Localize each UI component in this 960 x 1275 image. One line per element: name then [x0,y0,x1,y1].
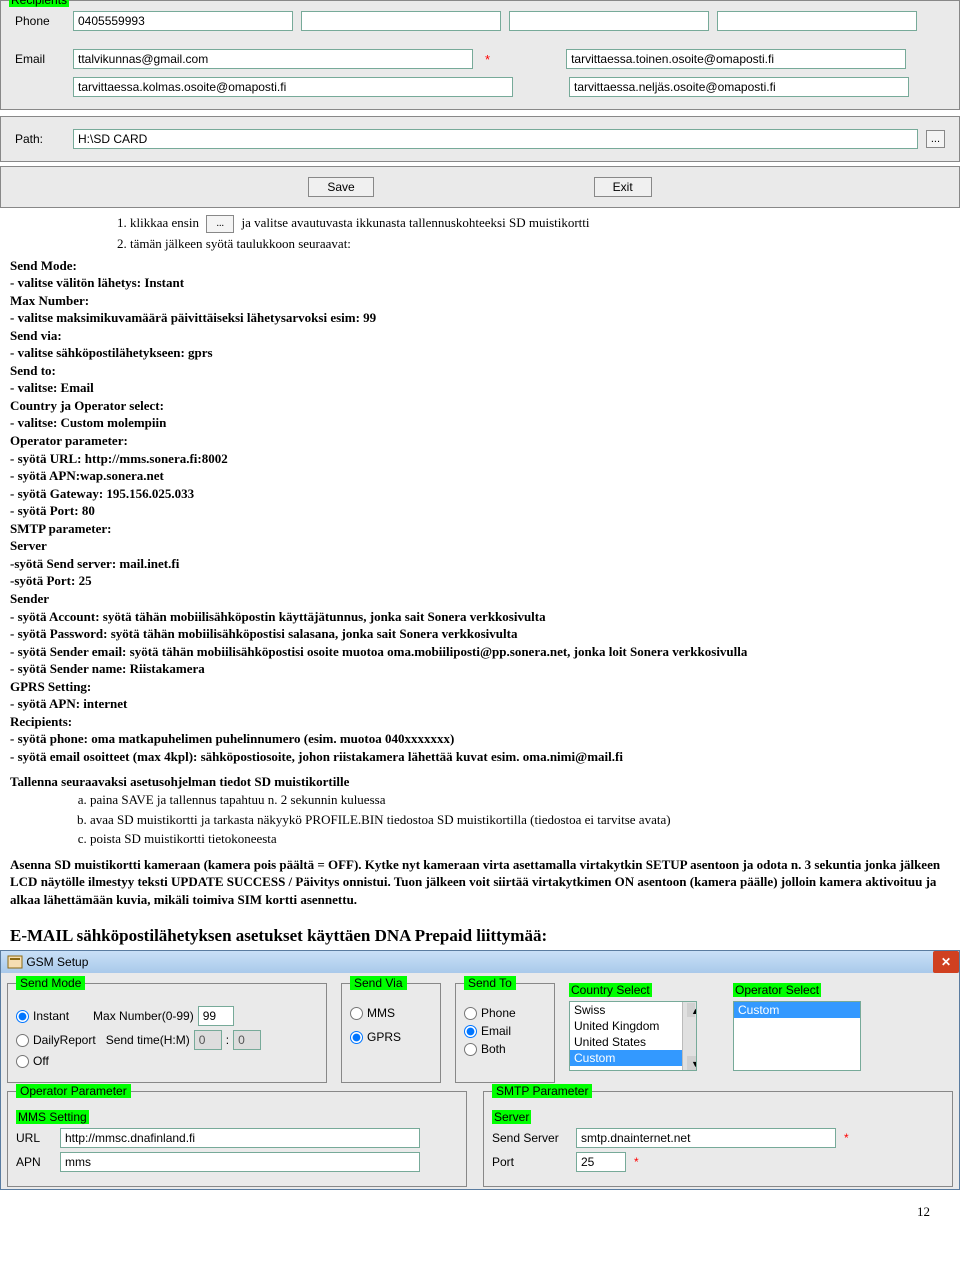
phone-input-2[interactable] [301,11,501,31]
instant-radio[interactable] [16,1010,29,1023]
section-heading: E-MAIL sähköpostilähetyksen asetukset kä… [10,926,960,946]
country-select-group: Country Select Swiss United Kingdom Unit… [569,983,719,1083]
operator-parameter-group: Operator Parameter MMS Setting URL APN [7,1091,467,1187]
email-input-3[interactable] [73,77,513,97]
operator-select-group: Operator Select Custom [733,983,883,1083]
exit-button[interactable]: Exit [594,177,652,197]
mms-radio[interactable] [350,1007,363,1020]
save-button[interactable]: Save [308,177,373,197]
browse-icon-inline: ... [206,215,234,233]
page-number: 12 [0,1190,960,1226]
send-mode-group: Send Mode Instant Max Number(0-99) Daily… [7,983,327,1083]
send-time-m [233,1030,261,1050]
email-label: Email [15,52,65,66]
close-icon[interactable]: ✕ [933,951,959,973]
email-input-1[interactable] [73,49,473,69]
country-listbox[interactable]: Swiss United Kingdom United States Custo… [569,1001,697,1071]
off-radio[interactable] [16,1055,29,1068]
daily-radio[interactable] [16,1034,29,1047]
gsm-title-bar: GSM Setup ✕ [1,951,959,973]
apn-input[interactable] [60,1152,420,1172]
port-input[interactable] [576,1152,626,1172]
phone-input-4[interactable] [717,11,917,31]
email-input-4[interactable] [569,77,909,97]
browse-button[interactable]: ... [926,130,945,148]
gprs-radio[interactable] [350,1031,363,1044]
button-bar: Save Exit [0,166,960,208]
recipients-panel: Recipients Phone Email * [0,0,960,110]
scrollbar[interactable]: ▲ ▼ [682,1002,696,1070]
path-label: Path: [15,132,65,146]
phone-label: Phone [15,14,65,28]
required-star: * [485,52,490,67]
send-server-input[interactable] [576,1128,836,1148]
chevron-down-icon[interactable]: ▼ [687,1056,697,1070]
instructions: klikkaa ensin ... ja valitse avautuvasta… [0,208,960,918]
path-panel: Path: ... [0,116,960,162]
phone-input-1[interactable] [73,11,293,31]
phone-radio[interactable] [464,1007,477,1020]
smtp-parameter-group: SMTP Parameter Server Send Server * Port… [483,1091,953,1187]
recipients-legend: Recipients [9,0,69,7]
step-2: tämän jälkeen syötä taulukkoon seuraavat… [130,235,950,253]
path-input[interactable] [73,129,918,149]
email-input-2[interactable] [566,49,906,69]
phone-input-3[interactable] [509,11,709,31]
email-radio[interactable] [464,1025,477,1038]
step-1: klikkaa ensin ... ja valitse avautuvasta… [130,214,950,233]
send-via-group: Send Via MMS GPRS [341,983,441,1083]
send-to-group: Send To Phone Email Both [455,983,555,1083]
chevron-up-icon[interactable]: ▲ [687,1003,695,1017]
required-star: * [844,1131,849,1145]
max-number-input[interactable] [198,1006,234,1026]
both-radio[interactable] [464,1043,477,1056]
required-star: * [634,1155,639,1169]
send-time-h [194,1030,222,1050]
gsm-window: GSM Setup ✕ Send Mode Instant Max Number… [0,950,960,1190]
url-input[interactable] [60,1128,420,1148]
gsm-app-icon [7,954,23,970]
operator-listbox[interactable]: Custom [733,1001,861,1071]
